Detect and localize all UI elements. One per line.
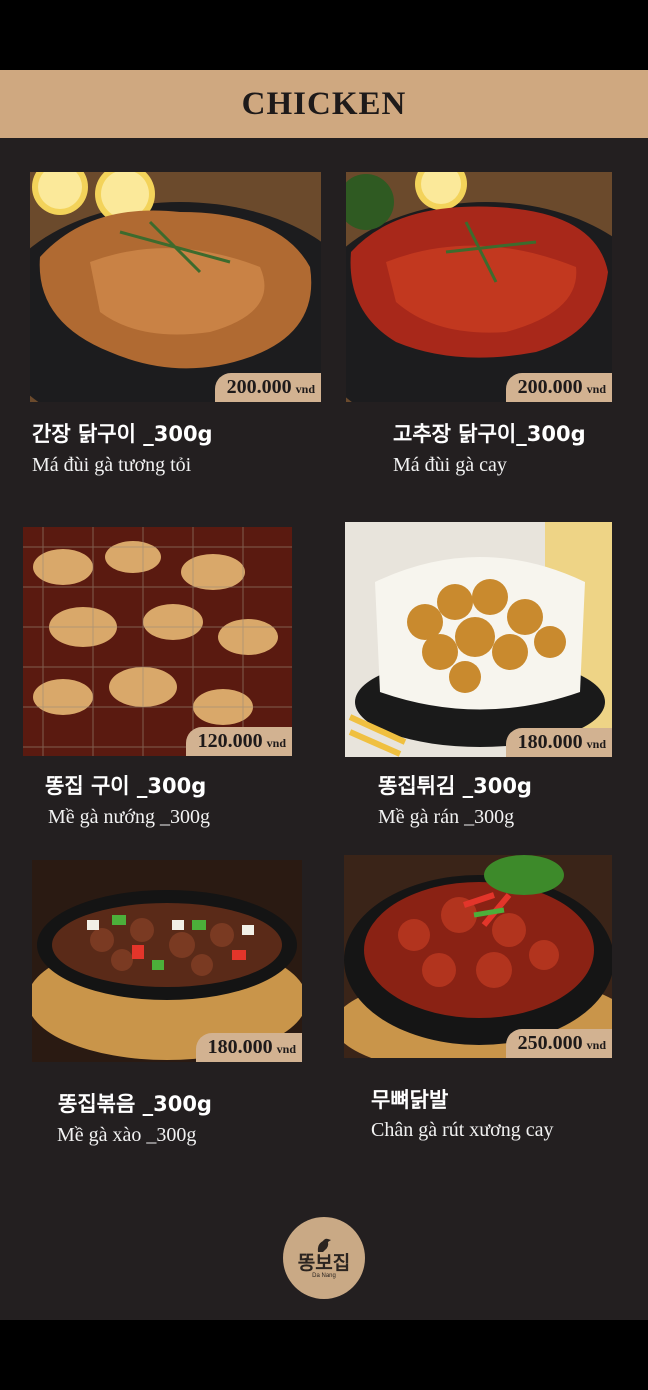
category-header: CHICKEN — [0, 70, 648, 138]
item-korean-name: 똥집볶음 _300g — [58, 1092, 212, 1116]
stirfried-gizzard-photo: 180.000 vnd — [32, 860, 302, 1062]
price-tag: 250.000 vnd — [505, 1029, 612, 1058]
bird-icon — [317, 1238, 331, 1252]
price-tag: 120.000 vnd — [185, 727, 292, 756]
item-korean-name: 똥집 구이 _300g — [45, 774, 207, 798]
price-tag: 200.000 vnd — [214, 373, 321, 402]
item-vietnamese-name: Chân gà rút xương cay — [371, 1119, 554, 1141]
item-korean-name: 간장 닭구이 _300g — [32, 422, 213, 446]
price-tag: 180.000 vnd — [505, 728, 612, 757]
boneless-chicken-feet-photo: 250.000 vnd — [344, 855, 612, 1058]
restaurant-logo: 똥보집 Da Nang — [283, 1217, 365, 1299]
item-korean-name: 무뼈닭발 — [371, 1088, 449, 1112]
item-vietnamese-name: Mề gà xào _300g — [57, 1124, 197, 1146]
spicy-grilled-chicken-photo: 200.000 vnd — [346, 172, 612, 402]
grilled-gizzard-photo: 120.000 vnd — [23, 527, 292, 756]
item-vietnamese-name: Má đùi gà cay — [393, 454, 507, 476]
price-tag: 180.000 vnd — [195, 1033, 302, 1062]
category-title: CHICKEN — [241, 85, 407, 122]
fried-gizzard-photo: 180.000 vnd — [345, 522, 612, 757]
item-vietnamese-name: Mề gà nướng _300g — [48, 806, 210, 828]
price-tag: 200.000 vnd — [505, 373, 612, 402]
item-vietnamese-name: Mề gà rán _300g — [378, 806, 515, 828]
item-korean-name: 고추장 닭구이_300g — [393, 422, 586, 446]
grilled-soy-chicken-photo: 200.000 vnd — [30, 172, 321, 402]
logo-wordmark: 똥보집 — [297, 1252, 351, 1274]
item-vietnamese-name: Má đùi gà tương tỏi — [32, 454, 192, 476]
logo-subtitle: Da Nang — [312, 1273, 336, 1279]
item-korean-name: 똥집튀김 _300g — [378, 774, 532, 798]
